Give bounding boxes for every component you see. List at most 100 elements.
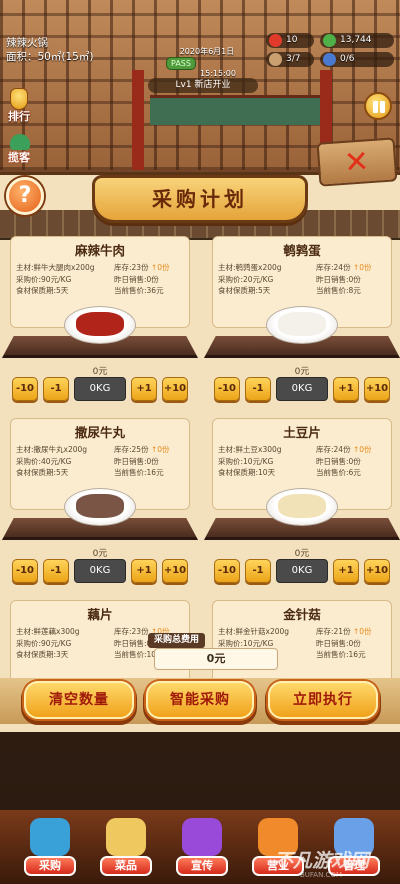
stock-change: ↑0份 <box>150 263 170 272</box>
quantity-value: 0KG <box>276 377 328 401</box>
stock-text: 库存:24份 <box>316 263 351 272</box>
cost-text: 采购价:20元/KG <box>218 274 274 284</box>
ingredient-card: 撒尿牛丸 主材:撒尿牛丸x200g 采购价:40元/KG 食材保质期:5天 库存:25份… <box>2 418 198 584</box>
plus-10-button[interactable]: +10 <box>162 559 188 583</box>
watermark: 不凡游戏网 <box>274 850 370 872</box>
food-image <box>278 494 326 518</box>
shelf-life-text: 食材保质期:3天 <box>16 650 69 659</box>
ingredient-name: 撒尿牛丸 <box>74 425 125 440</box>
plus-1-button[interactable]: +1 <box>131 559 157 583</box>
food-image <box>76 312 124 336</box>
shelf-life-text: 食材保质期:10天 <box>218 468 276 477</box>
clear-quantity-button[interactable]: 清空数量 <box>24 681 134 719</box>
stock-change: ↑0份 <box>352 263 372 272</box>
ingredient-details: 主材:鲜土豆x300g 采购价:10元/KG 食材保质期:10天 <box>218 444 282 479</box>
price-text: 当前售价:8元 <box>316 286 361 295</box>
quantity-controls: -10 -1 0KG +1 +10 <box>212 559 392 583</box>
watermark-sub: BUFAN.COM <box>300 871 342 879</box>
help-button[interactable]: ? <box>6 177 44 215</box>
cost-text: 采购价:90元/KG <box>16 638 72 648</box>
ingredient-name: 麻辣牛肉 <box>74 243 125 258</box>
material-text: 主材:撒尿牛丸x200g <box>16 445 88 454</box>
plus-1-button[interactable]: +1 <box>333 377 359 401</box>
pause-button[interactable] <box>364 92 392 120</box>
megaphone-icon <box>182 818 222 856</box>
attract-button[interactable]: 揽客 <box>4 134 34 166</box>
stock-change: ↑0份 <box>352 627 372 636</box>
chef-icon <box>269 53 282 66</box>
panel-title: 采购计划 <box>152 187 248 211</box>
quantity-value: 0KG <box>276 559 328 583</box>
material-text: 主材:鲜莲藕x300g <box>16 627 80 636</box>
ingredient-name: 鹌鹑蛋 <box>283 243 321 258</box>
resource-staff: 0/6 <box>320 52 394 67</box>
cost-text: 采购价:10元/KG <box>218 456 274 466</box>
resource-money: 13,744 <box>320 33 394 48</box>
material-text: 主材:鲜土豆x300g <box>218 445 282 454</box>
minus-10-button[interactable]: -10 <box>12 559 38 583</box>
ingredient-name: 金针菇 <box>283 607 321 622</box>
sold-text: 昨日销售:0份 <box>316 456 361 466</box>
panel-title-banner: 采购计划 <box>92 175 308 223</box>
minus-1-button[interactable]: -1 <box>43 377 69 401</box>
stock-change: ↑0份 <box>150 445 170 454</box>
plus-10-button[interactable]: +10 <box>364 559 390 583</box>
resource-tomato: 10 <box>266 33 314 48</box>
resource-chef: 3/7 <box>266 52 314 67</box>
close-button[interactable]: ✕ <box>316 137 398 187</box>
quantity-controls: -10 -1 0KG +1 +10 <box>212 377 392 401</box>
stock-text: 库存:21份 <box>316 627 351 636</box>
minus-1-button[interactable]: -1 <box>43 559 69 583</box>
attract-label: 揽客 <box>8 151 30 164</box>
nav-dish[interactable]: 菜品 <box>96 818 156 880</box>
trophy-icon <box>10 88 28 110</box>
minus-1-button[interactable]: -1 <box>245 377 271 401</box>
execute-now-button[interactable]: 立即执行 <box>268 681 378 719</box>
food-image <box>278 312 326 336</box>
purchase-amount: 0元 <box>294 549 310 559</box>
pass-badge[interactable]: PASS <box>166 57 196 70</box>
back-wall <box>150 95 320 125</box>
quantity-controls: -10 -1 0KG +1 +10 <box>10 377 190 401</box>
bowl-icon <box>10 134 30 150</box>
price-text: 当前售价:6元 <box>316 468 361 477</box>
stock-text: 库存:24份 <box>316 445 351 454</box>
resource-value: 3/7 <box>286 54 301 64</box>
staff-icon <box>323 53 336 66</box>
nav-label: 采购 <box>24 856 76 876</box>
money-icon <box>323 34 336 47</box>
food-image <box>76 494 124 518</box>
nav-shop[interactable]: 采购 <box>20 818 80 880</box>
plus-10-button[interactable]: +10 <box>162 377 188 401</box>
pause-icon <box>373 101 378 113</box>
smart-purchase-button[interactable]: 智能采购 <box>146 681 254 719</box>
cost-text: 采购价:40元/KG <box>16 456 72 466</box>
minus-1-button[interactable]: -1 <box>245 559 271 583</box>
plus-1-button[interactable]: +1 <box>333 559 359 583</box>
store-area: 面积：50㎡(15㎡) <box>6 51 94 63</box>
quantity-value: 0KG <box>74 377 126 401</box>
stock-text: 库存:25份 <box>114 445 149 454</box>
price-text: 当前售价:36元 <box>114 286 164 295</box>
minus-10-button[interactable]: -10 <box>12 377 38 401</box>
plus-1-button[interactable]: +1 <box>131 377 157 401</box>
store-info: 辣辣火锅 面积：50㎡(15㎡) <box>6 36 93 64</box>
nav-megaphone[interactable]: 宣传 <box>172 818 232 880</box>
total-cost-value: 0元 <box>154 648 278 670</box>
rank-button[interactable]: 排行 <box>4 88 34 128</box>
material-text: 主材:鹌鹑蛋x200g <box>218 263 282 272</box>
ingredient-name: 藕片 <box>87 607 113 622</box>
total-cost-label: 采购总费用 <box>148 633 206 648</box>
minus-10-button[interactable]: -10 <box>214 377 240 401</box>
clock-date: 2020年6月1日 <box>179 47 235 56</box>
ingredient-sales: 库存:23份 ↑0份 昨日销售:0份 当前售价:36元 <box>114 262 170 297</box>
tomato-icon <box>269 34 282 47</box>
nav-label: 菜品 <box>100 856 152 876</box>
dish-icon <box>106 818 146 856</box>
level-label: Lv1 新店开业 <box>148 78 258 93</box>
ingredient-details: 主材:撒尿牛丸x200g 采购价:40元/KG 食材保质期:5天 <box>16 444 87 479</box>
minus-10-button[interactable]: -10 <box>214 559 240 583</box>
quantity-value: 0KG <box>74 559 126 583</box>
red-pillar <box>132 70 144 170</box>
plus-10-button[interactable]: +10 <box>364 377 390 401</box>
